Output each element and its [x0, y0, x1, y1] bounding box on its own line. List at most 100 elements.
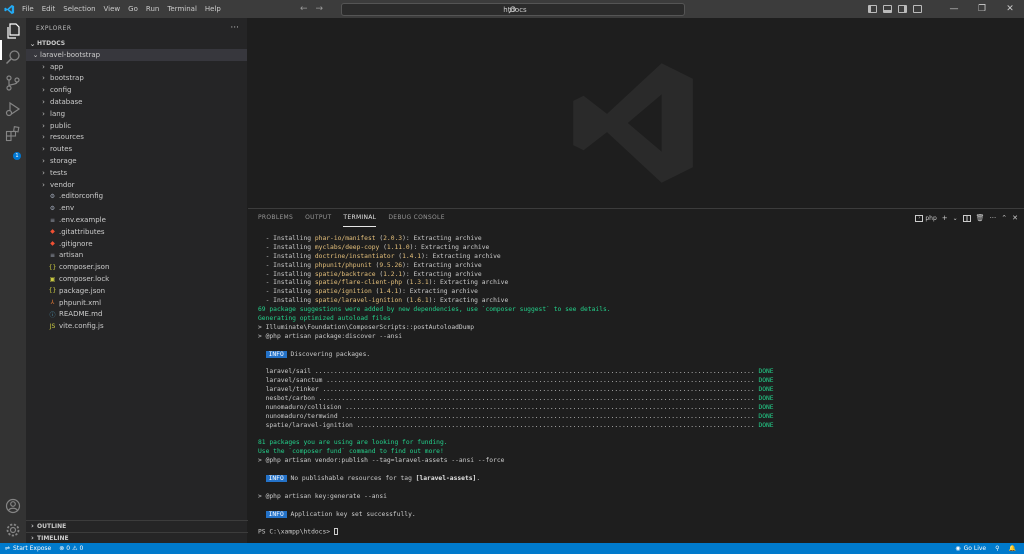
project-folder[interactable]: ⌄ laravel-bootstrap: [26, 49, 247, 61]
file-item[interactable]: ≡ .env.example: [26, 214, 247, 226]
toggle-secondary-sidebar-icon[interactable]: [898, 5, 907, 13]
kill-terminal-icon[interactable]: 🗑: [976, 214, 985, 222]
file-item[interactable]: ⓘ README.md: [26, 309, 247, 321]
package-version: 1.6.1: [409, 297, 429, 305]
folder-item[interactable]: › storage: [26, 155, 247, 167]
outline-section[interactable]: › OUTLINE: [26, 520, 248, 531]
manage-gear-icon[interactable]: [5, 522, 21, 538]
restore-button[interactable]: ❐: [968, 0, 996, 18]
explorer-icon[interactable]: [5, 23, 21, 39]
terminal-shell-icon[interactable]: › php: [915, 214, 937, 222]
toggle-panel-icon[interactable]: [883, 5, 892, 13]
package-name: phar-io/manifest: [314, 235, 376, 242]
search-activity-icon[interactable]: [5, 49, 21, 65]
folder-item[interactable]: › database: [26, 96, 247, 108]
problems-item[interactable]: ⊗ 0 ⚠ 0: [59, 545, 83, 552]
customize-layout-icon[interactable]: [913, 5, 922, 13]
active-indicator: [0, 40, 2, 60]
extensions-icon[interactable]: [5, 126, 21, 142]
go-live-label: Go Live: [963, 545, 987, 552]
folder-item[interactable]: › vendor: [26, 179, 247, 191]
package-name: doctrine/instantiator: [314, 252, 395, 260]
menu-item-edit[interactable]: Edit: [38, 0, 60, 18]
toggle-sidebar-icon[interactable]: [868, 5, 877, 13]
folder-item[interactable]: › app: [26, 61, 247, 73]
split-terminal-icon[interactable]: [962, 214, 971, 222]
close-button[interactable]: ✕: [996, 0, 1024, 18]
new-terminal-icon[interactable]: +: [942, 214, 948, 222]
file-item[interactable]: ⚙ .env: [26, 202, 247, 214]
folder-item[interactable]: › bootstrap: [26, 73, 247, 85]
folder-item[interactable]: › tests: [26, 167, 247, 179]
start-expose-item[interactable]: ⇌ Start Expose: [5, 545, 51, 552]
broadcast-icon: ◉: [955, 545, 961, 552]
chevron-down-icon[interactable]: ⌄: [953, 215, 958, 222]
workspace-root[interactable]: ⌄ HTDOCS: [26, 38, 247, 49]
tab-debug-console[interactable]: DEBUG CONSOLE: [388, 209, 444, 227]
file-item[interactable]: {} composer.json: [26, 261, 247, 273]
funding-text: Use the `composer fund` command to find …: [258, 448, 444, 456]
package-name: spatie/flare-client-php: [314, 279, 403, 287]
discovered-package: spatie/laravel-ignition: [258, 421, 357, 429]
lock-file-icon: ▣: [49, 275, 56, 283]
tab-terminal[interactable]: TERMINAL: [343, 209, 377, 227]
folder-item[interactable]: › lang: [26, 108, 247, 120]
package-version: 1.3.1: [409, 279, 429, 287]
timeline-section[interactable]: › TIMELINE: [26, 532, 248, 543]
install-line: - Installing spatie/flare-client-php (1.…: [258, 279, 1018, 288]
install-suffix: : Extracting archive: [405, 261, 482, 269]
menu-item-file[interactable]: File: [18, 0, 38, 18]
file-item[interactable]: ≡ artisan: [26, 250, 247, 262]
file-item[interactable]: ⅄ phpunit.xml: [26, 297, 247, 309]
discovered-line: laravel/sail ...........................…: [258, 368, 1018, 377]
lines-file-icon: ≡: [49, 251, 56, 259]
menu-bar: File Edit Selection View Go Run Terminal Help: [18, 0, 225, 18]
editor-area[interactable]: [248, 18, 1024, 208]
menu-item-terminal[interactable]: Terminal: [163, 0, 201, 18]
discovered-line: laravel/sanctum ........................…: [258, 377, 1018, 386]
go-live-item[interactable]: ◉ Go Live: [955, 545, 986, 552]
publish-cmd-line: > @php artisan vendor:publish --tag=lara…: [258, 457, 1018, 466]
menu-item-view[interactable]: View: [100, 0, 125, 18]
menu-item-selection[interactable]: Selection: [59, 0, 99, 18]
done-label: DONE: [758, 368, 774, 376]
file-item[interactable]: ▣ composer.lock: [26, 273, 247, 285]
terminal-output[interactable]: - Installing phar-io/manifest (2.0.3): E…: [258, 235, 1018, 537]
file-item[interactable]: ◆ .gitignore: [26, 238, 247, 250]
chevron-right-icon: ›: [42, 98, 45, 107]
folder-item[interactable]: › routes: [26, 143, 247, 155]
folder-item[interactable]: › resources: [26, 132, 247, 144]
menu-item-go[interactable]: Go: [124, 0, 142, 18]
tab-problems[interactable]: PROBLEMS: [258, 209, 293, 227]
forward-arrow-icon[interactable]: →: [316, 3, 324, 15]
chevron-down-icon: ⌄: [32, 50, 39, 59]
file-item[interactable]: ⚙ .editorconfig: [26, 191, 247, 203]
more-actions-icon[interactable]: ···: [230, 23, 239, 33]
maximize-panel-icon[interactable]: ⌃: [1001, 214, 1007, 222]
dots: ........................................…: [322, 386, 759, 394]
tab-output[interactable]: OUTPUT: [305, 209, 331, 227]
file-item[interactable]: ◆ .gitattributes: [26, 226, 247, 238]
back-arrow-icon[interactable]: ←: [300, 3, 308, 15]
paren: (: [379, 243, 387, 251]
command-center-search[interactable]: htdocs: [341, 3, 685, 16]
install-suffix: : Extracting archive: [405, 270, 482, 278]
menu-item-help[interactable]: Help: [201, 0, 225, 18]
folder-item[interactable]: › public: [26, 120, 247, 132]
feedback-icon[interactable]: ⚲: [995, 545, 999, 552]
more-actions-icon[interactable]: ···: [990, 214, 997, 222]
minimize-button[interactable]: —: [940, 0, 968, 18]
file-item[interactable]: {} package.json: [26, 285, 247, 297]
file-item[interactable]: JS vite.config.js: [26, 320, 247, 332]
notifications-bell-icon[interactable]: 🔔: [1009, 545, 1016, 552]
status-bar: ⇌ Start Expose ⊗ 0 ⚠ 0 ◉ Go Live ⚲ 🔔: [0, 543, 1024, 554]
install-line: - Installing spatie/ignition (1.4.1): Ex…: [258, 288, 1018, 297]
run-debug-icon[interactable]: [5, 101, 21, 117]
source-control-icon[interactable]: [5, 75, 21, 91]
folder-item[interactable]: › config: [26, 84, 247, 96]
accounts-icon[interactable]: [5, 498, 21, 514]
terminal-shell-label: php: [925, 214, 937, 222]
close-panel-icon[interactable]: ✕: [1012, 214, 1018, 222]
menu-item-run[interactable]: Run: [142, 0, 163, 18]
